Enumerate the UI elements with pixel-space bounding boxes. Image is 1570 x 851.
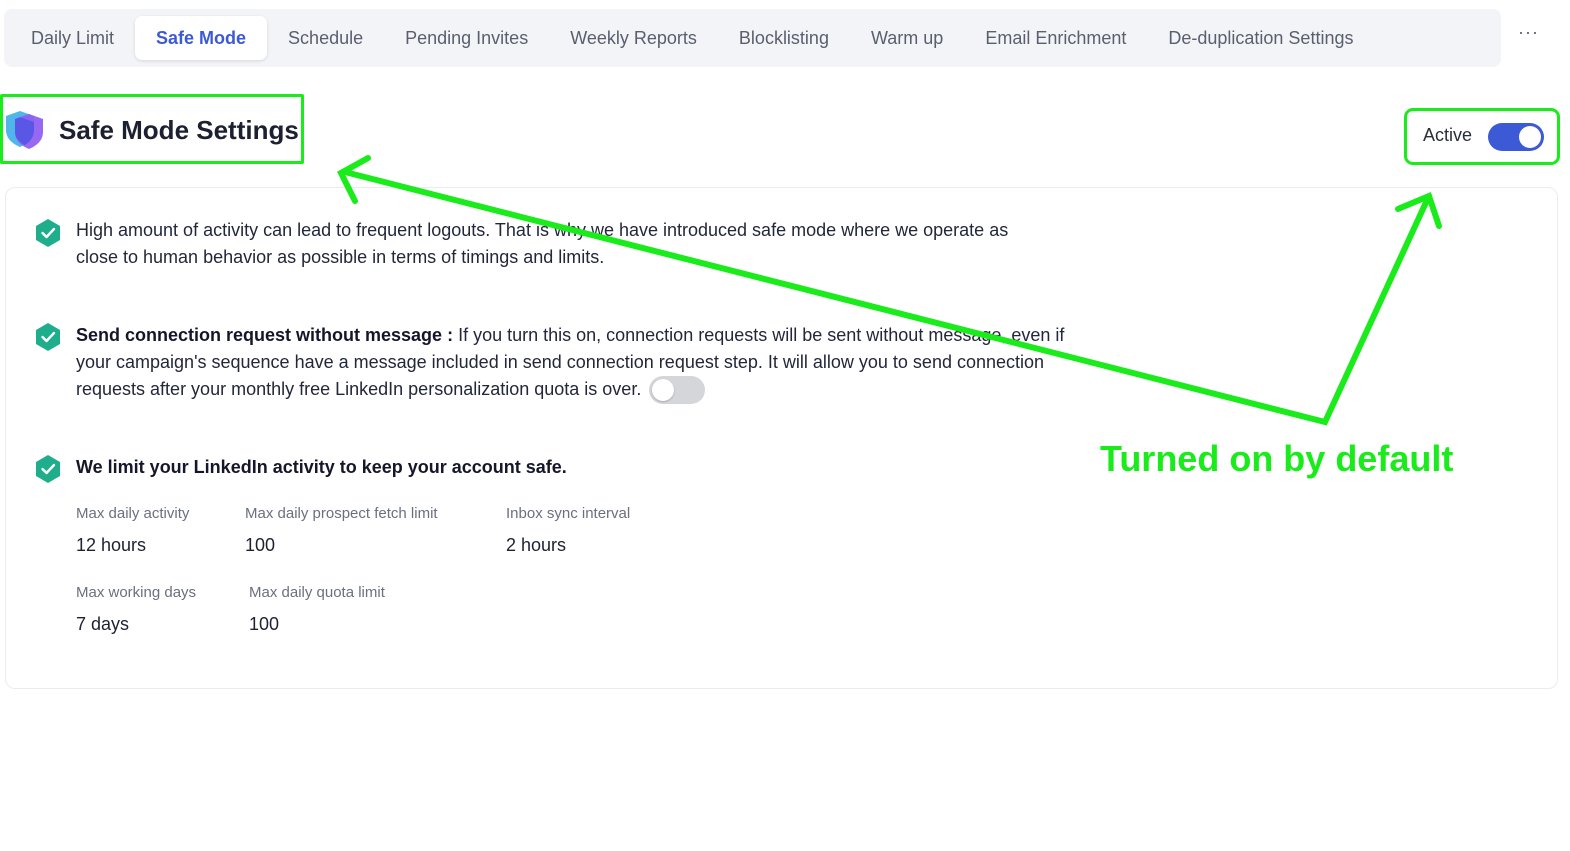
intro-text: High amount of activity can lead to freq… [76, 220, 1009, 267]
more-tabs-icon[interactable]: ··· [1518, 22, 1539, 43]
settings-tab-bar: Daily Limit Safe Mode Schedule Pending I… [4, 9, 1501, 67]
tab-deduplication-settings[interactable]: De-duplication Settings [1147, 16, 1374, 60]
check-badge-icon [36, 455, 60, 483]
annotation-text: Turned on by default [1100, 438, 1454, 479]
tab-schedule[interactable]: Schedule [267, 16, 384, 60]
send-without-message-toggle[interactable] [649, 376, 706, 405]
page-header: Safe Mode Settings [0, 94, 304, 164]
tab-weekly-reports[interactable]: Weekly Reports [549, 16, 718, 60]
tab-daily-limit[interactable]: Daily Limit [10, 16, 135, 60]
max-prospect-fetch-label: Max daily prospect fetch limit [245, 505, 438, 522]
safe-mode-status: Active [1405, 108, 1560, 164]
connection-request-text: Send connection request without message … [76, 322, 1066, 405]
shield-icon [6, 111, 43, 149]
check-badge-icon [36, 219, 60, 247]
check-badge-icon [36, 323, 60, 351]
inbox-sync-label: Inbox sync interval [506, 505, 631, 522]
tab-blocklisting[interactable]: Blocklisting [718, 16, 850, 60]
tab-warm-up[interactable]: Warm up [850, 16, 964, 60]
tab-pending-invites[interactable]: Pending Invites [384, 16, 549, 60]
tab-email-enrichment[interactable]: Email Enrichment [964, 16, 1147, 60]
limit-heading: We limit your LinkedIn activity to keep … [76, 454, 567, 481]
inbox-sync-value: 2 hours [506, 535, 567, 555]
page-title: Safe Mode Settings [59, 115, 299, 145]
max-prospect-fetch-value: 100 [245, 535, 276, 555]
tab-safe-mode[interactable]: Safe Mode [135, 16, 268, 60]
safe-mode-toggle[interactable] [1488, 123, 1544, 151]
max-working-days-label: Max working days [76, 584, 197, 601]
max-daily-activity-label: Max daily activity [76, 505, 190, 522]
status-label: Active [1423, 125, 1473, 145]
max-daily-activity-value: 12 hours [76, 535, 147, 555]
connection-request-title: Send connection request without message … [76, 325, 454, 345]
max-daily-quota-value: 100 [249, 614, 280, 634]
max-daily-quota-label: Max daily quota limit [249, 584, 385, 601]
limit-heading-text: We limit your LinkedIn activity to keep … [76, 457, 567, 477]
max-working-days-value: 7 days [76, 614, 130, 634]
